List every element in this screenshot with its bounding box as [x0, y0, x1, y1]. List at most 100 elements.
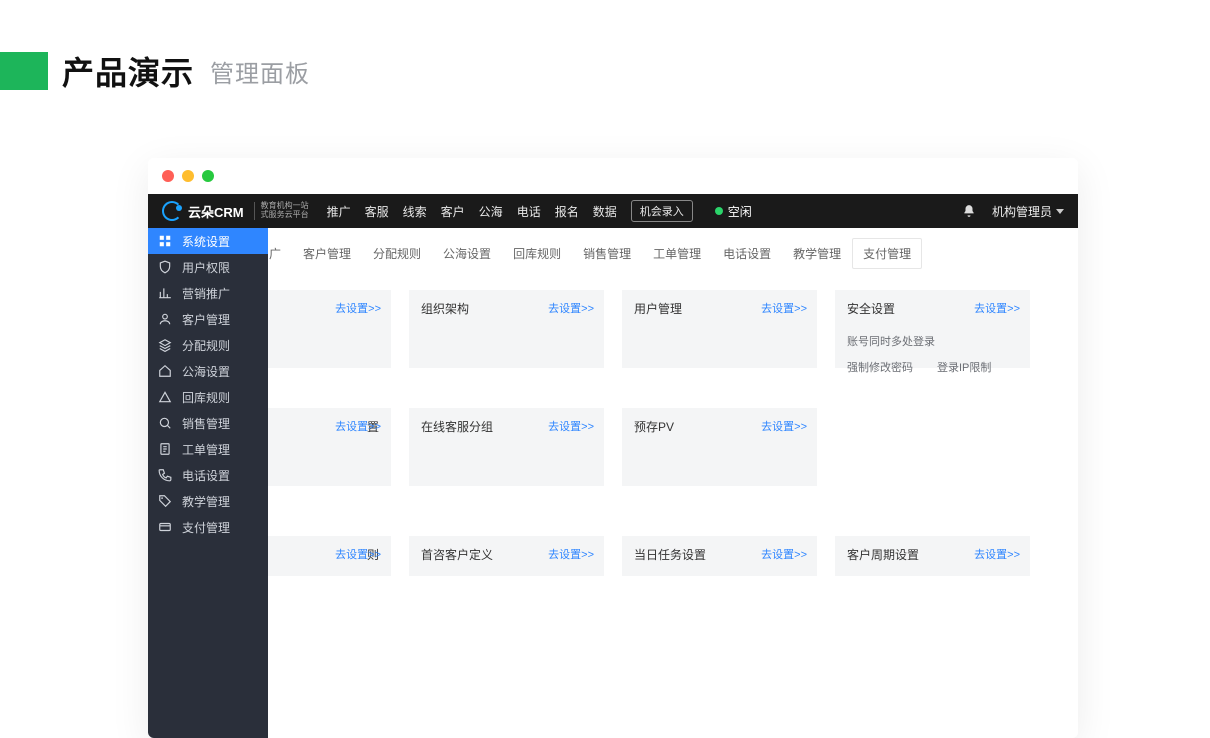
tab-item[interactable]: 销售管理 [572, 238, 642, 269]
layers-icon [158, 338, 172, 352]
go-settings-link[interactable]: 去设置>> [548, 300, 594, 316]
sidebar-item[interactable]: 公海设置 [148, 358, 268, 384]
settings-card[interactable]: 则 去设置>> [268, 536, 391, 576]
settings-card[interactable]: 置 去设置>> [268, 408, 391, 486]
chart-icon [158, 286, 172, 300]
sidebar-item-label: 销售管理 [182, 415, 230, 432]
nav-item[interactable]: 报名 [555, 203, 579, 220]
search-icon [158, 416, 172, 430]
tab-item[interactable]: 电话设置 [712, 238, 782, 269]
chevron-down-icon [1056, 209, 1064, 214]
accent-square [0, 52, 48, 90]
go-settings-link[interactable]: 去设置>> [974, 300, 1020, 316]
sidebar-item[interactable]: 营销推广 [148, 280, 268, 306]
brand-name: 云朵CRM [188, 202, 244, 221]
shield-icon [158, 260, 172, 274]
tab-item[interactable]: 客户管理 [292, 238, 362, 269]
grid-icon [158, 234, 172, 248]
tab-item[interactable]: 回库规则 [502, 238, 572, 269]
status-dot-icon [715, 207, 723, 215]
settings-card-first-consult[interactable]: 首咨客户定义 去设置>> [409, 536, 604, 576]
top-nav-items: 推广 客服 线索 客户 公海 电话 报名 数据 机会录入 [327, 200, 693, 222]
top-navbar: 云朵CRM 教育机构一站 式服务云平台 推广 客服 线索 客户 公海 电话 报名… [148, 194, 1078, 228]
sidebar-item-label: 电话设置 [182, 467, 230, 484]
sidebar-item[interactable]: 支付管理 [148, 514, 268, 540]
tab-item[interactable]: 公海设置 [432, 238, 502, 269]
card-subtext: 账号同时多处登录 [847, 333, 1018, 349]
nav-item[interactable]: 数据 [593, 203, 617, 220]
settings-card-security[interactable]: 安全设置 去设置>> 账号同时多处登录 强制修改密码 登录IP限制 [835, 290, 1030, 368]
main-content: 广 客户管理 分配规则 公海设置 回库规则 销售管理 工单管理 电话设置 教学管… [268, 228, 1078, 738]
slide-header: 产品演示 管理面板 [0, 48, 310, 94]
window-traffic-lights [148, 158, 1078, 194]
settings-card[interactable]: 去设置>> [268, 290, 391, 368]
doc-icon [158, 442, 172, 456]
go-settings-link[interactable]: 去设置>> [335, 300, 381, 316]
sidebar-item[interactable]: 系统设置 [148, 228, 268, 254]
bell-icon[interactable] [962, 204, 976, 218]
nav-item[interactable]: 推广 [327, 203, 351, 220]
sidebar-item[interactable]: 客户管理 [148, 306, 268, 332]
home-icon [158, 364, 172, 378]
card-subtext: 强制修改密码 [847, 359, 913, 375]
sidebar-item-label: 工单管理 [182, 441, 230, 458]
user-role-dropdown[interactable]: 机构管理员 [992, 203, 1064, 220]
brand-logo[interactable]: 云朵CRM 教育机构一站 式服务云平台 [162, 201, 309, 221]
settings-card-user[interactable]: 用户管理 去设置>> [622, 290, 817, 368]
settings-card-pv[interactable]: 预存PV 去设置>> [622, 408, 817, 486]
sidebar-item[interactable]: 电话设置 [148, 462, 268, 488]
user-role-label: 机构管理员 [992, 203, 1052, 220]
nav-item[interactable]: 公海 [479, 203, 503, 220]
settings-card-daily-task[interactable]: 当日任务设置 去设置>> [622, 536, 817, 576]
card-subtext: 登录IP限制 [937, 359, 991, 375]
sidebar-item-label: 分配规则 [182, 337, 230, 354]
go-settings-link[interactable]: 去设置>> [761, 546, 807, 562]
settings-card-org[interactable]: 组织架构 去设置>> [409, 290, 604, 368]
sidebar-item-label: 公海设置 [182, 363, 230, 380]
status-indicator[interactable]: 空闲 [715, 203, 752, 220]
record-opportunity-button[interactable]: 机会录入 [631, 200, 693, 222]
slide-subtitle: 管理面板 [210, 54, 310, 89]
user-icon [158, 312, 172, 326]
settings-card-service-group[interactable]: 在线客服分组 去设置>> [409, 408, 604, 486]
sidebar-item-label: 支付管理 [182, 519, 230, 536]
settings-card-customer-cycle[interactable]: 客户周期设置 去设置>> [835, 536, 1030, 576]
tab-item[interactable]: 工单管理 [642, 238, 712, 269]
maximize-icon[interactable] [202, 170, 214, 182]
sidebar-item[interactable]: 工单管理 [148, 436, 268, 462]
go-settings-link[interactable]: 去设置>> [974, 546, 1020, 562]
go-settings-link[interactable]: 去设置>> [335, 418, 381, 434]
close-icon[interactable] [162, 170, 174, 182]
sidebar-item[interactable]: 教学管理 [148, 488, 268, 514]
nav-item[interactable]: 线索 [403, 203, 427, 220]
tab-item[interactable]: 教学管理 [782, 238, 852, 269]
sidebar-item-label: 系统设置 [182, 233, 230, 250]
triangle-icon [158, 390, 172, 404]
go-settings-link[interactable]: 去设置>> [548, 546, 594, 562]
tab-item[interactable]: 广 [268, 238, 292, 269]
go-settings-link[interactable]: 去设置>> [761, 418, 807, 434]
sidebar-item-label: 回库规则 [182, 389, 230, 406]
settings-tabs: 广 客户管理 分配规则 公海设置 回库规则 销售管理 工单管理 电话设置 教学管… [268, 228, 1078, 270]
brand-tagline: 教育机构一站 式服务云平台 [254, 202, 309, 220]
sidebar-item[interactable]: 销售管理 [148, 410, 268, 436]
minimize-icon[interactable] [182, 170, 194, 182]
cloud-logo-icon [162, 201, 182, 221]
tag-icon [158, 494, 172, 508]
sidebar-item[interactable]: 分配规则 [148, 332, 268, 358]
sidebar-item-label: 用户权限 [182, 259, 230, 276]
go-settings-link[interactable]: 去设置>> [548, 418, 594, 434]
sidebar: 系统设置用户权限营销推广客户管理分配规则公海设置回库规则销售管理工单管理电话设置… [148, 228, 268, 738]
tab-item[interactable]: 分配规则 [362, 238, 432, 269]
nav-item[interactable]: 电话 [517, 203, 541, 220]
sidebar-item[interactable]: 用户权限 [148, 254, 268, 280]
slide-title: 产品演示 [62, 48, 194, 94]
tab-item[interactable]: 支付管理 [852, 238, 922, 269]
nav-item[interactable]: 客户 [441, 203, 465, 220]
go-settings-link[interactable]: 去设置>> [761, 300, 807, 316]
sidebar-item[interactable]: 回库规则 [148, 384, 268, 410]
card-icon [158, 520, 172, 534]
go-settings-link[interactable]: 去设置>> [335, 546, 381, 562]
cards-area: 去设置>> 组织架构 去设置>> 用户管理 去设置>> 安全设置 去设置>> 账… [268, 270, 1078, 576]
nav-item[interactable]: 客服 [365, 203, 389, 220]
